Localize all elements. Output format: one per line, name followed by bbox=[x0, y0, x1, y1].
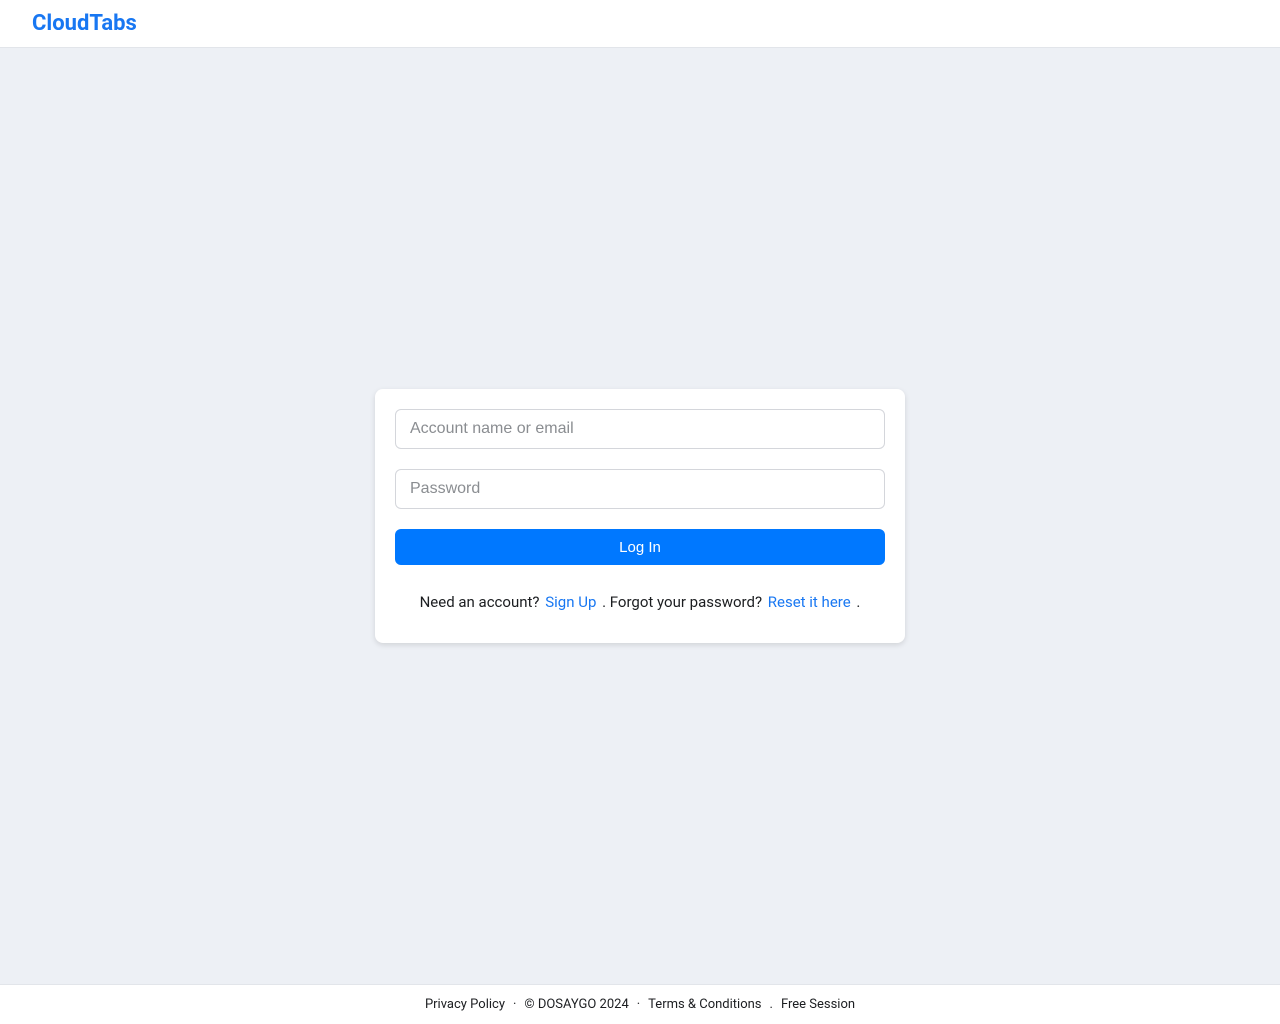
copyright-text: © DOSAYGO 2024 bbox=[524, 997, 628, 1012]
need-account-text: Need an account? bbox=[420, 593, 544, 611]
reset-password-link[interactable]: Reset it here bbox=[768, 593, 851, 611]
helper-text: Need an account? Sign Up . Forgot your p… bbox=[395, 593, 885, 623]
free-session-link[interactable]: Free Session bbox=[781, 997, 855, 1012]
footer-separator: . bbox=[770, 997, 773, 1012]
signup-link[interactable]: Sign Up bbox=[545, 593, 596, 611]
header: CloudTabs bbox=[0, 0, 1280, 48]
username-input[interactable] bbox=[395, 409, 885, 449]
footer: Privacy Policy · © DOSAYGO 2024 · Terms … bbox=[0, 984, 1280, 1024]
brand-link[interactable]: CloudTabs bbox=[32, 11, 137, 36]
login-button[interactable]: Log In bbox=[395, 529, 885, 565]
privacy-policy-link[interactable]: Privacy Policy bbox=[425, 997, 505, 1012]
forgot-password-text: Forgot your password? bbox=[610, 593, 766, 611]
terms-conditions-link[interactable]: Terms & Conditions bbox=[648, 997, 761, 1012]
login-card: Log In Need an account? Sign Up . Forgot… bbox=[375, 389, 905, 643]
main-area: Log In Need an account? Sign Up . Forgot… bbox=[0, 48, 1280, 984]
footer-separator: · bbox=[637, 997, 640, 1012]
separator-2: . bbox=[856, 593, 860, 611]
password-input[interactable] bbox=[395, 469, 885, 509]
separator-1: . bbox=[602, 593, 610, 611]
footer-separator: · bbox=[513, 997, 516, 1012]
